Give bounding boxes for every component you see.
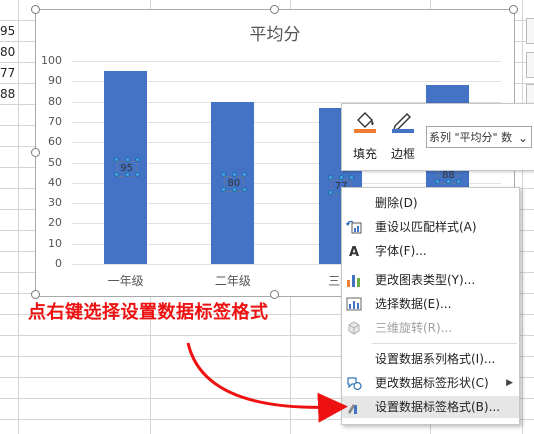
data-label-handle[interactable] — [328, 174, 334, 180]
submenu-arrow-icon: ▶ — [506, 378, 513, 388]
y-tick-label: 60 — [48, 135, 62, 149]
format-labels-icon — [348, 404, 357, 414]
menu-item-3d-rotation[interactable]: 三维旋转(R)... — [342, 317, 519, 339]
series-selector-dropdown[interactable]: 系列 "平均分" 数 ⌄ — [426, 126, 532, 148]
data-label-handle[interactable] — [124, 156, 130, 162]
menu-item-change-label-shape[interactable]: 更改数据标签形状(C) ▶ — [342, 372, 519, 394]
chart-resize-handle[interactable] — [31, 148, 40, 157]
cell-value[interactable]: 80 — [0, 45, 16, 59]
menu-item-label: 更改数据标签形状(C) — [375, 376, 489, 390]
grid-col-line — [18, 0, 19, 434]
x-category-label: 二年级 — [214, 274, 251, 288]
data-label-handle[interactable] — [241, 186, 247, 192]
side-panel-box — [526, 18, 534, 44]
chart-type-icon — [347, 275, 360, 287]
y-tick-label: 70 — [48, 114, 62, 128]
label-shape-icon — [347, 377, 362, 391]
rotate-3d-icon — [348, 321, 360, 335]
y-tick-label: 10 — [48, 236, 62, 250]
x-category-label: 一年级 — [107, 274, 144, 288]
data-label-handle[interactable] — [134, 171, 140, 177]
menu-item-label: 删除(D) — [375, 196, 418, 210]
data-label-handle[interactable] — [220, 186, 226, 192]
border-label: 边框 — [390, 147, 415, 161]
menu-item-label: 选择数据(E)... — [375, 297, 452, 311]
menu-item-delete[interactable]: 删除(D) — [342, 192, 519, 214]
data-label-handle[interactable] — [113, 156, 119, 162]
fill-button[interactable]: 填充 — [348, 108, 382, 162]
y-tick-label: 0 — [55, 257, 62, 270]
data-label-handle[interactable] — [349, 174, 355, 180]
cell-value[interactable]: 88 — [0, 87, 16, 101]
data-label-handle[interactable] — [113, 171, 119, 177]
side-panel-box — [526, 84, 534, 104]
data-label-handle[interactable] — [339, 174, 345, 180]
y-tick-label: 90 — [48, 74, 62, 88]
data-label-handle[interactable] — [231, 186, 237, 192]
fill-label: 填充 — [352, 147, 377, 161]
svg-text:A: A — [349, 245, 359, 259]
annotation-text: 点右键选择设置数据标签格式 — [28, 302, 269, 323]
chevron-down-icon: ⌄ — [517, 131, 528, 145]
grid-col-line — [522, 0, 523, 434]
chart-resize-handle[interactable] — [270, 290, 279, 299]
select-data-icon — [346, 297, 362, 311]
y-tick-label: 100 — [41, 54, 62, 67]
menu-item-label: 设置数据系列格式(I)... — [375, 352, 496, 366]
y-tick-label: 20 — [48, 216, 62, 230]
menu-item-font[interactable]: A 字体(F)... — [342, 240, 519, 262]
data-label-handle[interactable] — [124, 171, 130, 177]
data-label-handle[interactable] — [328, 189, 334, 195]
y-tick-label: 80 — [48, 94, 62, 108]
menu-item-label: 字体(F)... — [375, 244, 427, 258]
series-selector-value: 系列 "平均分" 数 — [429, 131, 513, 144]
menu-item-label: 设置数据标签格式(B)... — [375, 400, 501, 414]
chart-resize-handle[interactable] — [270, 5, 279, 14]
border-pen-icon — [392, 113, 414, 133]
menu-item-select-data[interactable]: 选择数据(E)... — [342, 293, 519, 315]
chart-gridline — [72, 61, 501, 62]
side-panel-box — [526, 52, 534, 78]
cell-value[interactable]: 77 — [0, 66, 16, 80]
chart-resize-handle[interactable] — [509, 5, 518, 14]
data-label-handle[interactable] — [231, 171, 237, 177]
mini-toolbar: 填充 边框 系列 "平均分" 数 ⌄ — [341, 103, 534, 171]
menu-item-change-chart-type[interactable]: 更改图表类型(Y)... — [342, 269, 519, 291]
menu-item-format-data-labels[interactable]: 设置数据标签格式(B)... — [342, 396, 519, 418]
reset-style-icon — [346, 220, 362, 234]
data-label-handle[interactable] — [241, 171, 247, 177]
y-tick-label: 40 — [48, 175, 62, 189]
menu-item-reset-style[interactable]: 重设以匹配样式(A) — [342, 216, 519, 238]
menu-item-label: 更改图表类型(Y)... — [375, 273, 476, 287]
data-label-handle[interactable] — [134, 156, 140, 162]
menu-separator — [372, 343, 517, 344]
border-button[interactable]: 边框 — [386, 108, 420, 162]
menu-item-label: 三维旋转(R)... — [375, 321, 453, 335]
context-menu: 删除(D) 重设以匹配样式(A) A 字体(F)... 更改图表类型(Y)... — [341, 187, 520, 425]
font-icon: A — [349, 245, 359, 259]
menu-item-format-data-series[interactable]: 设置数据系列格式(I)... — [342, 348, 519, 370]
y-tick-label: 30 — [48, 196, 62, 210]
data-label-handle[interactable] — [220, 171, 226, 177]
cell-value[interactable]: 95 — [0, 24, 16, 38]
fill-bucket-icon — [354, 112, 376, 133]
menu-item-label: 重设以匹配样式(A) — [375, 220, 477, 234]
y-tick-label: 50 — [48, 155, 62, 169]
chart-resize-handle[interactable] — [31, 5, 40, 14]
